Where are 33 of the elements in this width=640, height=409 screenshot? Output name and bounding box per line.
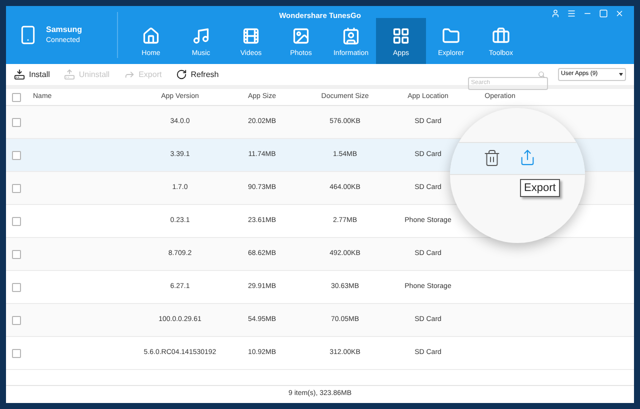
checkbox[interactable] <box>12 316 20 324</box>
checkbox[interactable] <box>12 92 20 102</box>
maximize-icon[interactable] <box>599 9 608 18</box>
toolbar-button[interactable]: Refresh <box>176 68 219 80</box>
checkbox[interactable] <box>12 150 20 160</box>
music-icon <box>192 26 210 44</box>
tooltip: Export <box>520 179 560 197</box>
dropdown-caret-icon <box>619 73 623 76</box>
toolbar-button[interactable]: Install <box>14 68 50 80</box>
device-name: Samsung <box>46 24 82 36</box>
trash-icon[interactable] <box>483 149 501 167</box>
menu-icon[interactable] <box>567 9 576 18</box>
contact-card-icon <box>342 26 360 44</box>
checkbox[interactable] <box>12 118 20 126</box>
briefcase-icon <box>492 26 510 44</box>
checkbox[interactable] <box>12 282 20 292</box>
checkbox[interactable] <box>12 184 20 192</box>
download-icon <box>14 69 25 80</box>
refresh-icon <box>176 69 187 80</box>
checkbox[interactable] <box>12 250 20 258</box>
folder-icon <box>442 26 460 44</box>
film-icon <box>242 26 260 44</box>
forward-arrow-icon <box>124 69 135 80</box>
checkbox[interactable] <box>12 216 20 226</box>
checkbox[interactable] <box>12 348 20 358</box>
upload-icon <box>64 69 75 80</box>
account-icon[interactable] <box>551 9 560 18</box>
home-icon <box>142 26 160 44</box>
export-icon[interactable] <box>519 149 536 166</box>
grid-icon <box>392 26 410 44</box>
image-icon <box>292 26 310 44</box>
search-icon <box>538 71 545 78</box>
close-icon[interactable] <box>615 9 624 18</box>
